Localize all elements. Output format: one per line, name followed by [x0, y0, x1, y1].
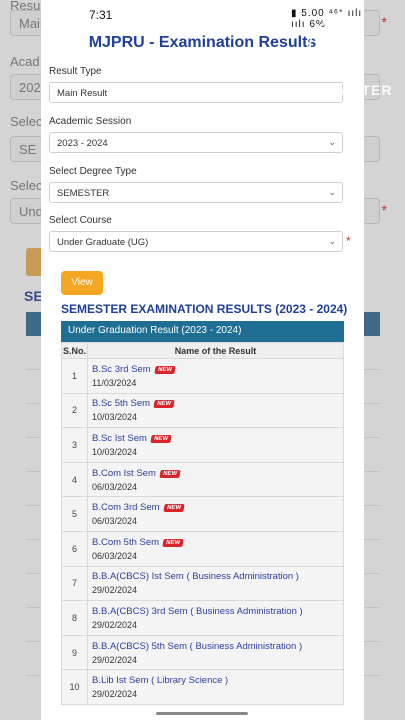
- chevron-down-icon: ⌄: [328, 236, 336, 246]
- new-badge-icon: NEW: [162, 538, 184, 547]
- row-sno: 3: [61, 427, 88, 463]
- table-caption: Under Graduation Result (2023 - 2024): [61, 321, 344, 342]
- results-grid: S.No. Name of the Result 1 B.Sc 3rd Sem NE…: [61, 342, 344, 705]
- course-value: Under Graduate (UG): [57, 237, 149, 248]
- table-row: 10 B.Lib Ist Sem ( Library Science ) 29/02…: [61, 669, 344, 705]
- new-badge-icon: NEW: [159, 469, 181, 478]
- table-row: 8 B.B.A(CBCS) 3rd Sem ( Business Administ…: [61, 600, 344, 636]
- academic-session-value: 2023 - 2024: [57, 138, 108, 149]
- result-link[interactable]: B.Com 3rd Sem: [92, 502, 160, 513]
- course-label: Select Course: [49, 215, 112, 226]
- table-header-row: S.No. Name of the Result: [61, 342, 344, 359]
- status-bar: 7:31 ▮ 5.00 ⁴⁶ᐩ ıılı ıılı 6%: [41, 0, 364, 30]
- row-sno: 7: [61, 565, 88, 602]
- row-name-cell: B.Lib Ist Sem ( Library Science ) 29/02/2…: [87, 669, 344, 705]
- table-row: 5 B.Com 3rd Sem NEW 06/03/2024: [61, 496, 344, 532]
- status-time: 7:31: [89, 8, 113, 22]
- degree-type-value: SEMESTER: [57, 188, 110, 199]
- table-row: 1 B.Sc 3rd Sem NEW 11/03/2024: [61, 358, 344, 394]
- row-name-cell: B.B.A(CBCS) Ist Sem ( Business Administr…: [87, 565, 344, 602]
- row-name-cell: B.Com Ist Sem NEW 06/03/2024: [87, 461, 344, 498]
- chevron-down-icon: ⌄: [328, 137, 336, 147]
- result-link[interactable]: B.Sc 5th Sem: [92, 398, 150, 409]
- result-date: 11/03/2024: [92, 377, 137, 388]
- new-badge-icon: NEW: [153, 365, 176, 374]
- result-date: 10/03/2024: [92, 412, 138, 423]
- bg-label: Selec: [10, 178, 43, 193]
- row-name-cell: B.Com 3rd Sem NEW 06/03/2024: [87, 496, 344, 532]
- result-date: 10/03/2024: [92, 446, 138, 457]
- row-sno: 1: [61, 358, 88, 394]
- result-link[interactable]: B.B.A(CBCS) 5th Sem ( Business Administr…: [92, 641, 302, 652]
- row-sno: 8: [61, 600, 88, 636]
- table-row: 2 B.Sc 5th Sem NEW 10/03/2024: [61, 392, 344, 429]
- bg-label: Selec: [10, 114, 43, 129]
- row-name-cell: B.Sc 5th Sem NEW 10/03/2024: [87, 392, 344, 429]
- row-name-cell: B.B.A(CBCS) 3rd Sem ( Business Administr…: [87, 600, 344, 636]
- column-header-name: Name of the Result: [87, 342, 344, 359]
- view-button[interactable]: View: [61, 271, 103, 295]
- result-date: 06/03/2024: [92, 550, 138, 561]
- bg-required-mark: *: [381, 14, 387, 30]
- row-name-cell: B.B.A(CBCS) 5th Sem ( Business Administr…: [87, 634, 344, 671]
- result-date: 06/03/2024: [92, 481, 138, 492]
- table-row: 3 B.Sc Ist Sem NEW 10/03/2024: [61, 427, 344, 463]
- row-name-cell: B.Sc Ist Sem NEW 10/03/2024: [87, 427, 344, 463]
- result-link[interactable]: B.Sc Ist Sem: [92, 433, 147, 444]
- academic-session-select[interactable]: 2023 - 2024 ⌄: [49, 132, 343, 153]
- row-name-cell: B.Com 5th Sem NEW 06/03/2024: [87, 530, 344, 567]
- result-type-label: Result Type: [49, 66, 102, 77]
- table-row: 9 B.B.A(CBCS) 5th Sem ( Business Administ…: [61, 634, 344, 671]
- academic-session-label: Academic Session: [49, 116, 132, 127]
- table-row: 4 B.Com Ist Sem NEW 06/03/2024: [61, 461, 344, 498]
- bg-section-title: SE: [24, 288, 43, 304]
- row-name-cell: B.Sc 3rd Sem NEW 11/03/2024: [87, 358, 344, 394]
- result-link[interactable]: B.Sc 3rd Sem: [92, 364, 151, 375]
- result-type-value: Main Result: [57, 88, 108, 99]
- new-badge-icon: NEW: [153, 400, 175, 409]
- results-panel: MJPRU - Examination Results Result Type …: [41, 26, 364, 720]
- row-sno: 6: [61, 530, 88, 567]
- result-date: 06/03/2024: [92, 516, 138, 527]
- column-header-sno: S.No.: [61, 342, 88, 359]
- result-link[interactable]: B.B.A(CBCS) 3rd Sem ( Business Administr…: [92, 606, 303, 617]
- row-sno: 2: [61, 392, 88, 429]
- new-badge-icon: NEW: [162, 504, 185, 513]
- row-sno: 10: [61, 669, 88, 705]
- row-sno: 9: [61, 634, 88, 671]
- result-link[interactable]: B.B.A(CBCS) Ist Sem ( Business Administr…: [92, 571, 299, 582]
- watermark-text: KINEMASTER: [290, 82, 393, 98]
- result-date: 29/02/2024: [92, 585, 138, 596]
- bg-required-mark: *: [381, 202, 387, 218]
- kinemaster-logo-icon: K: [309, 20, 361, 72]
- table-row: 6 B.Com 5th Sem NEW 06/03/2024: [61, 530, 344, 567]
- row-sno: 4: [61, 461, 88, 498]
- bg-label: Acad: [10, 54, 40, 69]
- result-date: 29/02/2024: [92, 619, 138, 630]
- required-mark: *: [346, 234, 351, 248]
- section-title: SEMESTER EXAMINATION RESULTS (2023 - 202…: [61, 302, 348, 316]
- row-sno: 5: [61, 496, 88, 532]
- home-indicator: [156, 712, 248, 715]
- degree-type-label: Select Degree Type: [49, 166, 137, 177]
- result-date: 29/02/2024: [92, 689, 138, 700]
- course-select[interactable]: Under Graduate (UG) ⌄: [49, 231, 343, 252]
- chevron-down-icon: ⌄: [328, 187, 336, 197]
- new-badge-icon: NEW: [150, 434, 172, 443]
- table-row: 7 B.B.A(CBCS) Ist Sem ( Business Administ…: [61, 565, 344, 602]
- degree-type-select[interactable]: SEMESTER ⌄: [49, 182, 343, 203]
- result-date: 29/02/2024: [92, 654, 138, 665]
- results-table: Under Graduation Result (2023 - 2024) S.…: [61, 321, 344, 705]
- result-link[interactable]: B.Com Ist Sem: [92, 468, 156, 479]
- result-link[interactable]: B.Lib Ist Sem ( Library Science ): [92, 675, 228, 686]
- result-link[interactable]: B.Com 5th Sem: [92, 537, 159, 548]
